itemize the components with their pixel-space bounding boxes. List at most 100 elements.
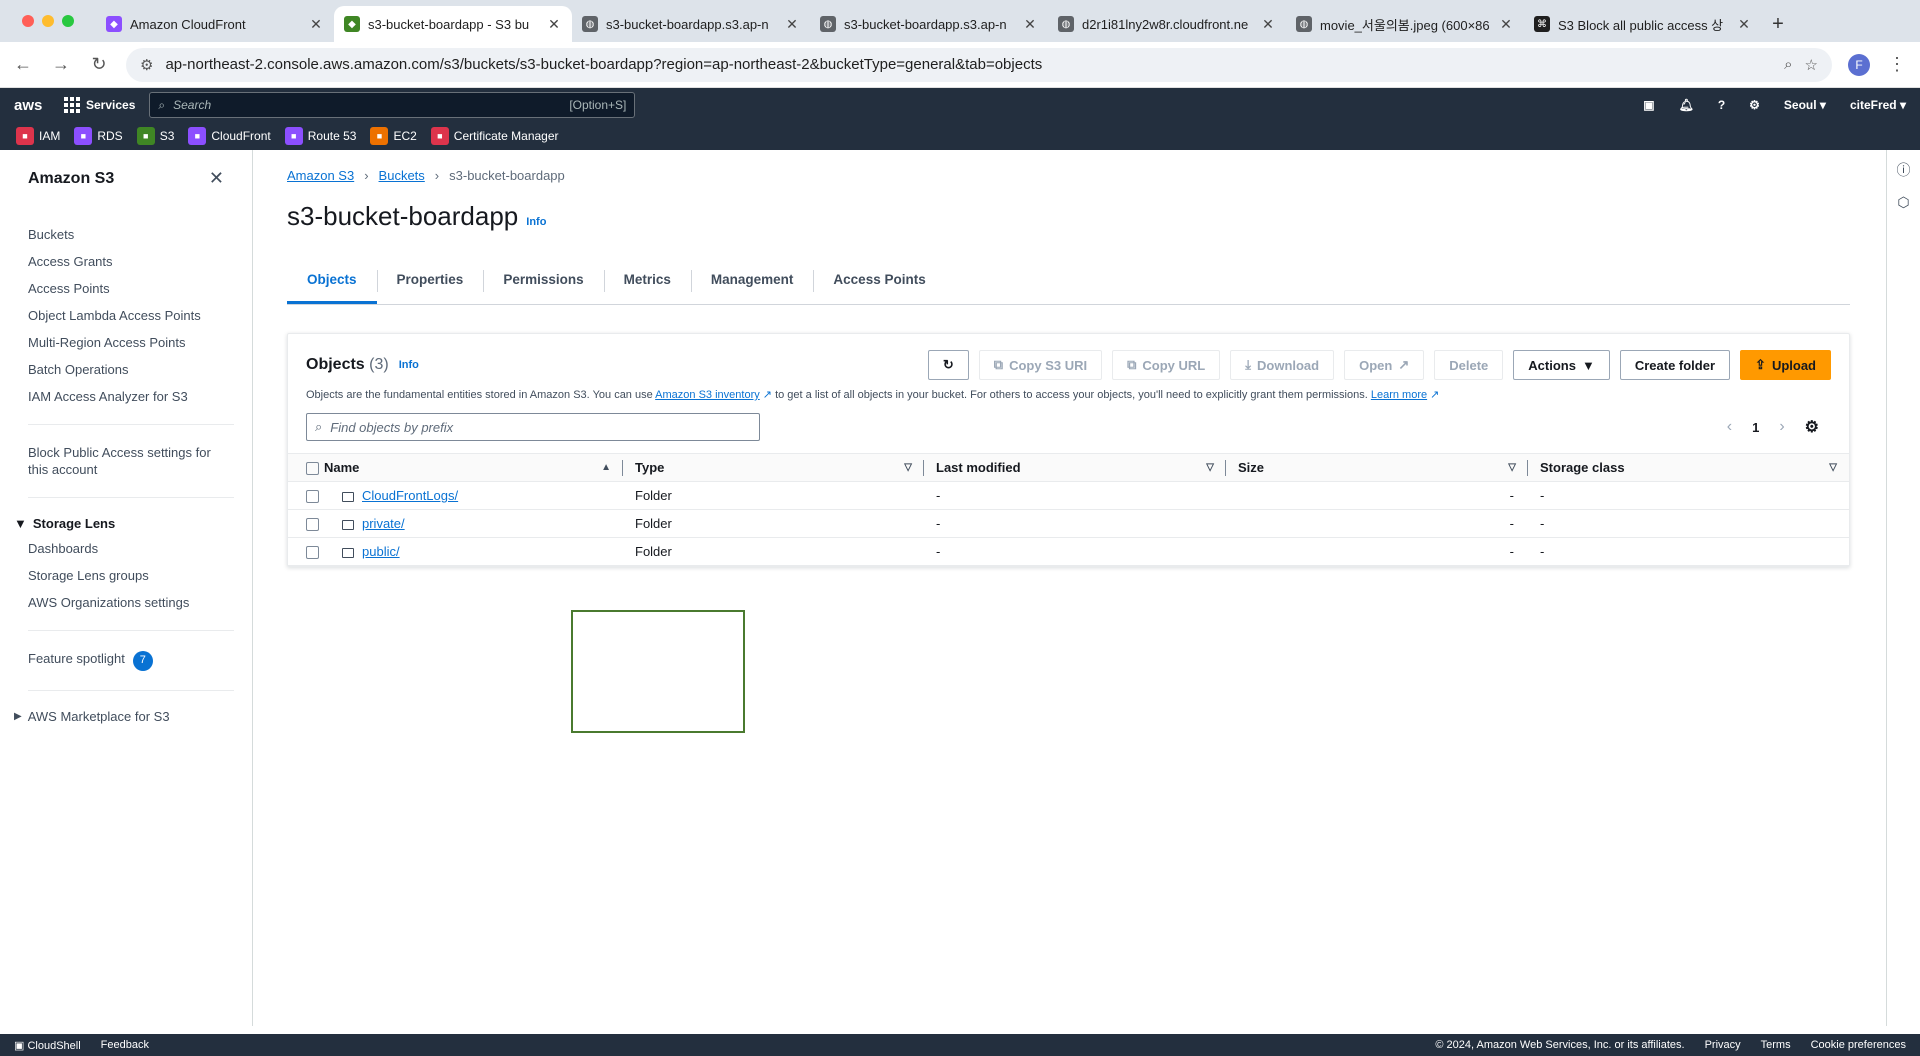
open-button[interactable]: Open ↗ bbox=[1344, 350, 1425, 380]
browser-tab[interactable]: ◍ movie_서울의봄.jpeg (600×86 ✕ bbox=[1286, 6, 1524, 42]
browser-tab[interactable]: ◆ s3-bucket-boardapp - S3 bu ✕ bbox=[334, 6, 572, 42]
site-info-icon[interactable]: ⚙ bbox=[140, 56, 153, 74]
info-link[interactable]: Info bbox=[526, 216, 546, 228]
feedback-link[interactable]: Feedback bbox=[101, 1039, 149, 1051]
sidebar-item[interactable]: Multi-Region Access Points bbox=[28, 329, 224, 356]
sidebar-item[interactable]: Storage Lens groups bbox=[28, 562, 224, 589]
table-row[interactable]: CloudFrontLogs/Folder - - - bbox=[288, 481, 1849, 511]
prev-page-icon[interactable]: ‹ bbox=[1727, 418, 1732, 436]
object-name-link[interactable]: private/ bbox=[362, 516, 405, 531]
close-tab-icon[interactable]: ✕ bbox=[308, 16, 324, 33]
find-objects-input[interactable]: ⌕ Find objects by prefix bbox=[306, 413, 760, 441]
object-name-link[interactable]: public/ bbox=[362, 544, 400, 559]
column-header-storage-class[interactable]: Storage class ▽ bbox=[1528, 452, 1849, 483]
create-folder-button[interactable]: Create folder bbox=[1619, 350, 1731, 380]
browser-tab[interactable]: ⌘ S3 Block all public access 상 ✕ bbox=[1524, 6, 1762, 42]
services-menu-button[interactable]: Services bbox=[64, 97, 135, 113]
cloudshell-footer-button[interactable]: ▣ CloudShell bbox=[14, 1039, 81, 1052]
storage-lens-section[interactable]: ▼ Storage Lens bbox=[0, 512, 252, 535]
browser-menu-icon[interactable]: ⋮ bbox=[1886, 54, 1908, 75]
table-settings-gear-icon[interactable]: ⚙ bbox=[1805, 417, 1819, 437]
help-panel-icon[interactable]: ⬡ bbox=[1897, 194, 1909, 211]
table-row[interactable]: private/Folder - - - bbox=[288, 509, 1849, 539]
table-row[interactable]: public/Folder - - - bbox=[288, 537, 1849, 567]
sort-icon[interactable]: ▽ bbox=[1206, 462, 1214, 473]
sidebar-item[interactable]: Access Points bbox=[28, 275, 224, 302]
region-selector[interactable]: Seoul ▾ bbox=[1784, 98, 1826, 112]
s3-inventory-link[interactable]: Amazon S3 inventory bbox=[655, 389, 760, 401]
browser-tab[interactable]: ◍ s3-bucket-boardapp.s3.ap-n ✕ bbox=[572, 6, 810, 42]
refresh-button[interactable]: ↻ bbox=[927, 350, 969, 380]
account-menu[interactable]: citeFred ▾ bbox=[1850, 98, 1906, 112]
sidebar-item[interactable]: IAM Access Analyzer for S3 bbox=[28, 383, 224, 410]
profile-avatar[interactable]: F bbox=[1848, 53, 1870, 76]
favorite-service[interactable]: ■ IAM bbox=[16, 127, 60, 145]
close-tab-icon[interactable]: ✕ bbox=[784, 16, 800, 33]
forward-arrow-icon[interactable]: → bbox=[50, 54, 72, 75]
column-header-name[interactable]: Name ▲ bbox=[324, 452, 623, 483]
close-tab-icon[interactable]: ✕ bbox=[1736, 16, 1752, 33]
copy-s3-uri-button[interactable]: ⧉ Copy S3 URI bbox=[978, 350, 1103, 380]
close-tab-icon[interactable]: ✕ bbox=[1498, 16, 1514, 33]
copy-url-button[interactable]: ⧉ Copy URL bbox=[1112, 350, 1221, 380]
object-name-link[interactable]: CloudFrontLogs/ bbox=[362, 488, 458, 503]
sidebar-item[interactable]: Dashboards bbox=[28, 535, 224, 562]
favorite-service[interactable]: ■ EC2 bbox=[370, 127, 417, 145]
sidebar-item[interactable]: Access Grants bbox=[28, 248, 224, 275]
favorite-service[interactable]: ■ Route 53 bbox=[284, 127, 356, 145]
sidebar-item-feature-spotlight[interactable]: Feature spotlight 7 bbox=[28, 645, 224, 676]
column-header-size[interactable]: Size ▽ bbox=[1226, 452, 1528, 483]
column-header-last-modified[interactable]: Last modified ▽ bbox=[924, 452, 1226, 483]
breadcrumb-amazon-s3[interactable]: Amazon S3 bbox=[287, 168, 354, 183]
row-checkbox[interactable] bbox=[306, 518, 319, 532]
sidebar-item[interactable]: AWS Organizations settings bbox=[28, 589, 224, 616]
browser-tab[interactable]: ◆ Amazon CloudFront ✕ bbox=[96, 6, 334, 42]
minimize-window-button[interactable] bbox=[42, 15, 54, 27]
sidebar-item[interactable]: Buckets bbox=[28, 221, 224, 248]
row-checkbox[interactable] bbox=[306, 490, 319, 504]
info-panel-icon[interactable]: ⓘ bbox=[1897, 160, 1911, 180]
maximize-window-button[interactable] bbox=[62, 15, 74, 27]
zoom-icon[interactable]: ⌕ bbox=[1784, 56, 1792, 73]
page-number[interactable]: 1 bbox=[1752, 420, 1759, 435]
privacy-link[interactable]: Privacy bbox=[1705, 1039, 1741, 1051]
sidebar-item[interactable]: Object Lambda Access Points bbox=[28, 302, 224, 329]
close-tab-icon[interactable]: ✕ bbox=[546, 16, 562, 33]
back-arrow-icon[interactable]: ← bbox=[12, 54, 34, 75]
aws-search-input[interactable]: ⌕ Search [Option+S] bbox=[149, 92, 636, 118]
tab-permissions[interactable]: Permissions bbox=[483, 254, 603, 304]
marketplace-section[interactable]: ▶ AWS Marketplace for S3 bbox=[0, 705, 252, 728]
tab-metrics[interactable]: Metrics bbox=[603, 254, 691, 304]
download-button[interactable]: ⤓ Download bbox=[1230, 350, 1335, 380]
aws-logo[interactable]: aws bbox=[14, 97, 50, 114]
tab-access-points[interactable]: Access Points bbox=[813, 254, 945, 304]
sort-icon[interactable]: ▽ bbox=[1829, 462, 1837, 473]
help-icon[interactable]: ? bbox=[1718, 98, 1725, 112]
browser-tab[interactable]: ◍ d2r1i81lny2w8r.cloudfront.ne ✕ bbox=[1048, 6, 1286, 42]
close-tab-icon[interactable]: ✕ bbox=[1260, 16, 1276, 33]
browser-tab[interactable]: ◍ s3-bucket-boardapp.s3.ap-n ✕ bbox=[810, 6, 1048, 42]
tab-properties[interactable]: Properties bbox=[376, 254, 484, 304]
close-window-button[interactable] bbox=[22, 15, 34, 27]
sidebar-item-block-public-access[interactable]: Block Public Access settings for this ac… bbox=[28, 439, 224, 483]
sidebar-item[interactable]: Batch Operations bbox=[28, 356, 224, 383]
favorite-service[interactable]: ■ RDS bbox=[74, 127, 123, 145]
upload-button[interactable]: ⇪ Upload bbox=[1740, 350, 1831, 380]
notifications-bell-icon[interactable]: 🔔︎ bbox=[1679, 98, 1694, 112]
sort-ascending-icon[interactable]: ▲ bbox=[601, 462, 611, 473]
favorite-service[interactable]: ■ CloudFront bbox=[188, 127, 271, 145]
close-icon[interactable]: ✕ bbox=[209, 168, 224, 189]
favorite-service[interactable]: ■ S3 bbox=[136, 127, 174, 145]
cloudshell-icon[interactable]: ▣ bbox=[1643, 98, 1654, 112]
tab-objects[interactable]: Objects bbox=[287, 254, 377, 304]
column-header-type[interactable]: Type ▽ bbox=[623, 452, 924, 483]
close-tab-icon[interactable]: ✕ bbox=[1022, 16, 1038, 33]
select-all-checkbox[interactable] bbox=[306, 462, 319, 476]
sort-icon[interactable]: ▽ bbox=[904, 462, 912, 473]
reload-icon[interactable]: ↻ bbox=[88, 54, 110, 75]
row-checkbox[interactable] bbox=[306, 546, 319, 560]
url-text[interactable]: ap-northeast-2.console.aws.amazon.com/s3… bbox=[165, 56, 1772, 73]
breadcrumb-buckets[interactable]: Buckets bbox=[379, 168, 425, 183]
new-tab-icon[interactable]: + bbox=[1762, 13, 1794, 36]
favorite-service[interactable]: ■ Certificate Manager bbox=[430, 127, 559, 145]
